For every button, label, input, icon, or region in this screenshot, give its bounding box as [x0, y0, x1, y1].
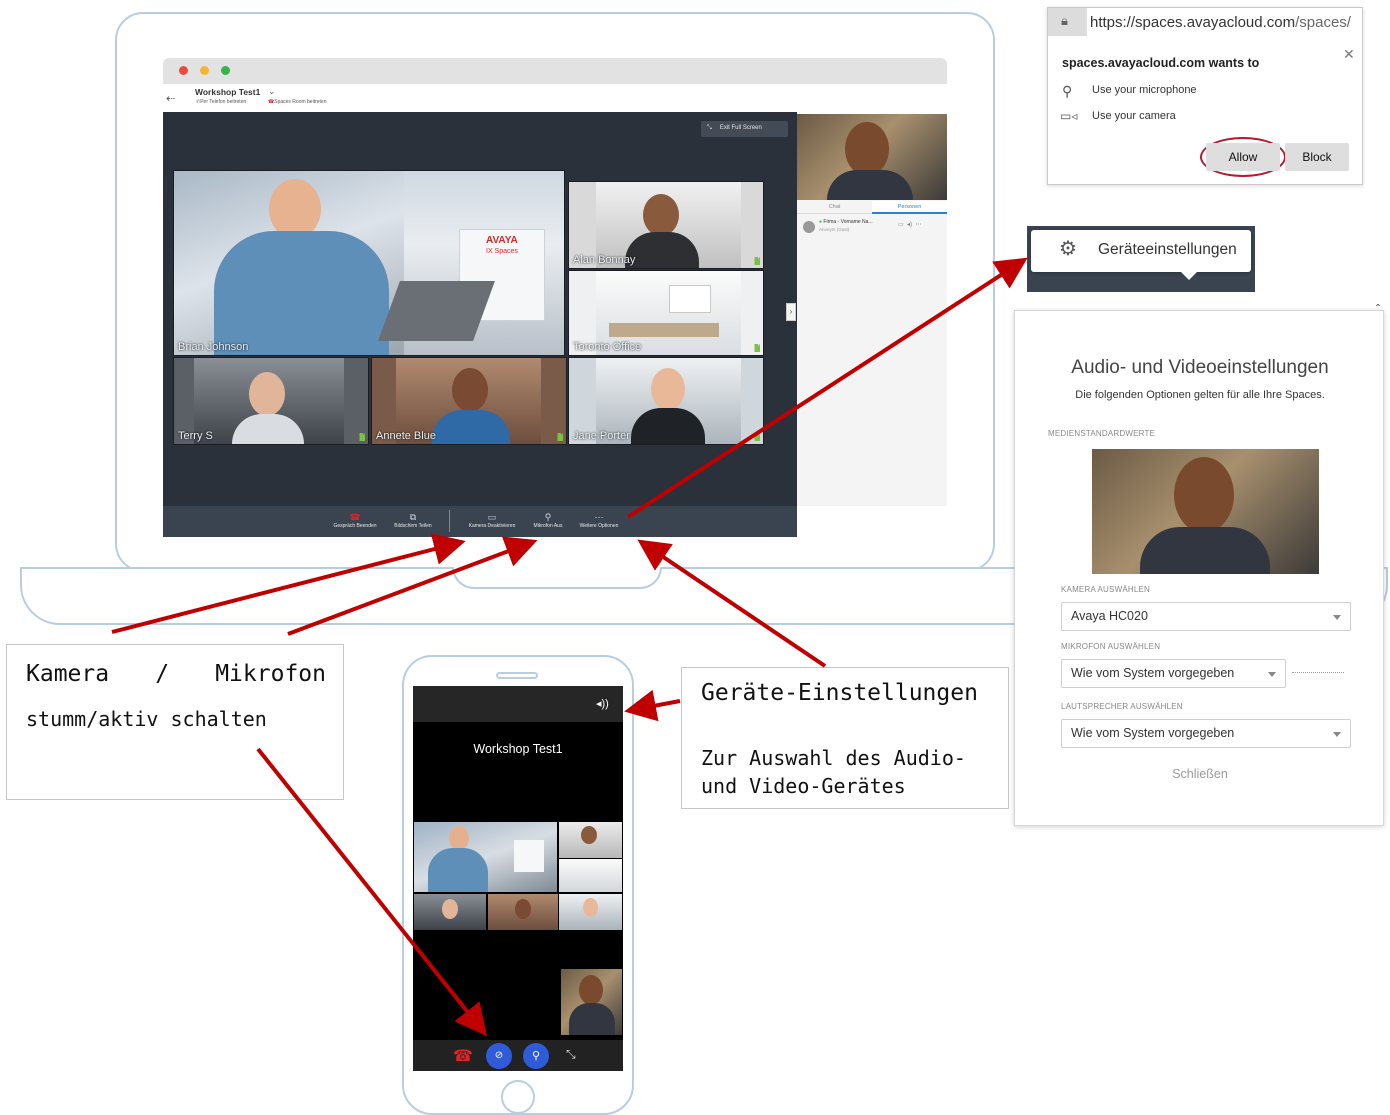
arrow-to-phone-speaker	[624, 689, 681, 722]
annotation-arrows	[111, 257, 1028, 1037]
arrow-to-more-options	[637, 539, 827, 668]
arrow-to-phone-controls	[256, 747, 487, 1037]
arrow-to-gear-popup	[626, 257, 1028, 519]
